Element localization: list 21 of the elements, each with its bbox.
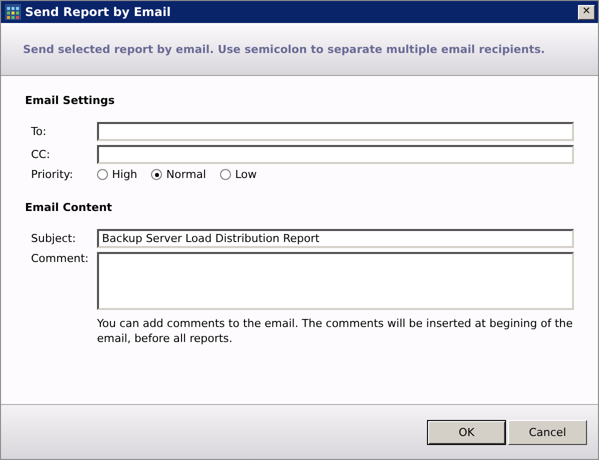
field-label: Comment: xyxy=(31,252,90,265)
field-label: Subject: xyxy=(31,232,77,245)
section-title: Email Settings xyxy=(25,94,116,107)
instruction-text: Send selected report by email. Use semicolon to separate multiple email recipients. xyxy=(23,42,545,56)
field-label: CC: xyxy=(31,148,52,161)
window-title: Send Report by Email xyxy=(25,5,172,19)
subject-field[interactable]: Backup Server Load Distribution Report xyxy=(97,229,574,248)
to-field[interactable] xyxy=(97,122,574,141)
field-label: To: xyxy=(31,125,48,138)
close-button[interactable]: ✕ xyxy=(578,4,595,20)
section-title: Email Content xyxy=(25,201,114,214)
priority-radio[interactable]: High xyxy=(97,168,138,181)
grid-app-icon xyxy=(5,4,21,20)
help-text: You can add comments to the email. The comments will be inserted at begining of the email, before all reports. xyxy=(97,316,574,346)
priority-radio[interactable]: Normal xyxy=(151,168,206,181)
ok-button[interactable]: OK xyxy=(427,420,506,444)
priority-radio[interactable]: Low xyxy=(220,168,257,181)
field-label: Priority: xyxy=(31,168,74,181)
cancel-button[interactable]: Cancel xyxy=(508,420,587,444)
comment-field[interactable] xyxy=(97,252,574,310)
cc-field[interactable] xyxy=(97,145,574,164)
